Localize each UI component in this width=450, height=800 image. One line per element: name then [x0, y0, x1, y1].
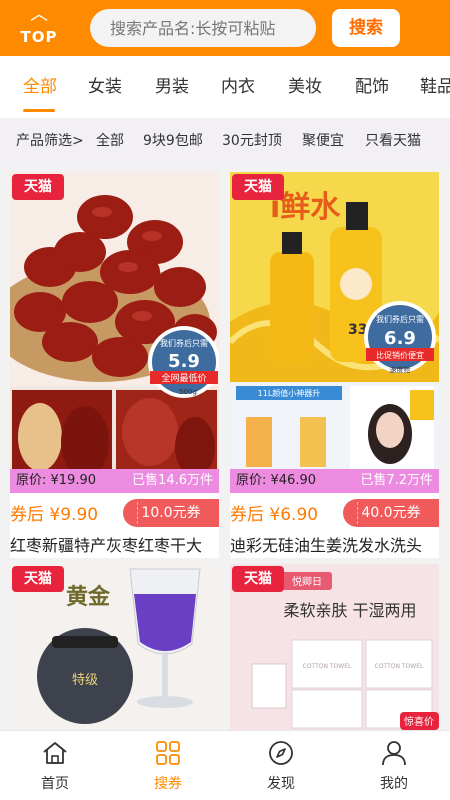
pack-label: COTTON TOWEL — [375, 663, 424, 670]
nav-discover-label: 发现 — [267, 776, 295, 792]
bubble-ribbon: 全网最低价 — [161, 372, 206, 384]
coupon-badge[interactable]: 10.0元券 — [123, 499, 219, 527]
nav-home[interactable]: 首页 — [15, 731, 95, 800]
product-image: i鲜水 33 我们券后只需 6.9 比促销价便宜 速度抢 11L颜值小神器升 天… — [230, 172, 439, 492]
image-headline: 柔软亲肤 干湿两用 — [283, 601, 416, 620]
nav-discover[interactable]: 发现 — [241, 731, 321, 800]
tab-underwear[interactable]: 内衣 — [221, 56, 255, 118]
tab-women[interactable]: 女装 — [88, 56, 122, 118]
corner-label: 惊喜价 — [404, 715, 434, 728]
filter-tmall-only[interactable]: 只看天猫 — [365, 118, 421, 164]
tab-accessories[interactable]: 配饰 — [355, 56, 389, 118]
pack-label: COTTON TOWEL — [303, 663, 352, 670]
nav-mine-label: 我的 — [380, 776, 408, 792]
filter-bar: 产品筛选> 全部 9块9包邮 30元封顶 聚便宜 只看天猫 — [0, 118, 450, 164]
brand-label: 悦卿日 — [292, 575, 322, 588]
price-strip: 原价: ¥19.90 已售14.6万件 — [10, 469, 219, 493]
product-card[interactable]: 我们券后只需 5.9 全网最低价 500g 天猫 原价: ¥19.90 已售14… — [10, 172, 219, 558]
original-price: 原价: ¥46.90 — [236, 473, 316, 488]
product-image: 我们券后只需 5.9 全网最低价 500g 天猫 — [10, 172, 219, 492]
product-title[interactable]: 红枣新疆特产灰枣红枣干大 — [10, 532, 219, 556]
strip-caption: 11L颜值小神器升 — [258, 388, 321, 398]
after-coupon-price: 券后 ¥6.90 — [230, 505, 319, 525]
tmall-badge: 天猫 — [12, 566, 64, 592]
bubble-caption: 我们券后只需 — [376, 314, 424, 324]
bubble-caption: 我们券后只需 — [160, 338, 208, 348]
image-headline: 黄金 — [66, 584, 111, 610]
header: ︿ TOP 搜索 — [0, 0, 450, 56]
user-icon — [382, 741, 406, 766]
product-card[interactable]: i鲜水 33 我们券后只需 6.9 比促销价便宜 速度抢 11L颜值小神器升 天… — [230, 172, 439, 558]
bubble-price: 6.9 — [384, 328, 416, 349]
product-image: 悦卿日 柔软亲肤 干湿两用 COTTON TOWEL COTTON TOWEL … — [230, 564, 439, 730]
active-tab-indicator — [23, 109, 55, 112]
shampoo-image: i鲜水 33 我们券后只需 6.9 比促销价便宜 速度抢 11L颜值小神器升 — [230, 172, 439, 492]
app-root: ︿ TOP 搜索 全部 女装 男装 内衣 美妆 配饰 鞋品 产品筛选> 全部 9… — [0, 0, 450, 800]
after-coupon-price: 券后 ¥9.90 — [10, 505, 99, 525]
original-price: 原价: ¥19.90 — [16, 473, 96, 488]
bubble-weight: 500g — [179, 388, 197, 396]
coupon-badge[interactable]: 40.0元券 — [343, 499, 439, 527]
tab-beauty[interactable]: 美妆 — [288, 56, 322, 118]
tmall-badge: 天猫 — [232, 566, 284, 592]
bubble-ribbon: 比促销价便宜 — [376, 350, 424, 360]
category-tabs: 全部 女装 男装 内衣 美妆 配饰 鞋品 — [0, 56, 450, 118]
sold-count: 已售7.2万件 — [360, 473, 433, 488]
search-button[interactable]: 搜索 — [332, 9, 400, 47]
filter-all[interactable]: 全部 — [96, 118, 124, 164]
product-image: 黄金 特级 天猫 — [10, 564, 219, 730]
search-box[interactable] — [90, 9, 316, 47]
top-label: TOP — [20, 28, 58, 46]
bottom-nav: 首页 搜券 发现 我的 — [0, 730, 450, 800]
chevron-up-icon: ︿ — [30, 4, 48, 25]
filter-30-cap[interactable]: 30元封顶 — [222, 118, 282, 164]
nav-coupon-label: 搜券 — [154, 776, 182, 792]
product-card[interactable]: 黄金 特级 天猫 — [10, 564, 219, 730]
tmall-badge: 天猫 — [232, 174, 284, 200]
product-title[interactable]: 迪彩无硅油生姜洗发水洗头 — [230, 532, 439, 556]
product-card[interactable]: 悦卿日 柔软亲肤 干湿两用 COTTON TOWEL COTTON TOWEL … — [230, 564, 439, 730]
tab-shoes[interactable]: 鞋品 — [420, 56, 450, 118]
price-strip: 原价: ¥46.90 已售7.2万件 — [230, 469, 439, 493]
jar-label: 特级 — [72, 673, 98, 688]
top-button[interactable]: ︿ TOP — [14, 4, 64, 48]
filter-9-9[interactable]: 9块9包邮 — [143, 118, 203, 164]
home-icon — [43, 742, 67, 764]
sold-count: 已售14.6万件 — [132, 473, 213, 488]
tab-men[interactable]: 男装 — [155, 56, 189, 118]
bubble-price: 5.9 — [168, 351, 200, 372]
compass-icon — [269, 741, 293, 765]
search-input[interactable] — [90, 9, 316, 47]
filter-cheap[interactable]: 聚便宜 — [302, 118, 344, 164]
nav-home-label: 首页 — [41, 776, 69, 792]
grid-icon — [156, 741, 180, 765]
filter-label: 产品筛选> — [16, 133, 84, 149]
tmall-badge: 天猫 — [12, 174, 64, 200]
red-dates-image: 我们券后只需 5.9 全网最低价 500g — [10, 172, 219, 492]
bubble-weight: 速度抢 — [390, 365, 411, 374]
nav-coupon-search[interactable]: 搜券 — [128, 731, 208, 800]
nav-mine[interactable]: 我的 — [354, 731, 434, 800]
